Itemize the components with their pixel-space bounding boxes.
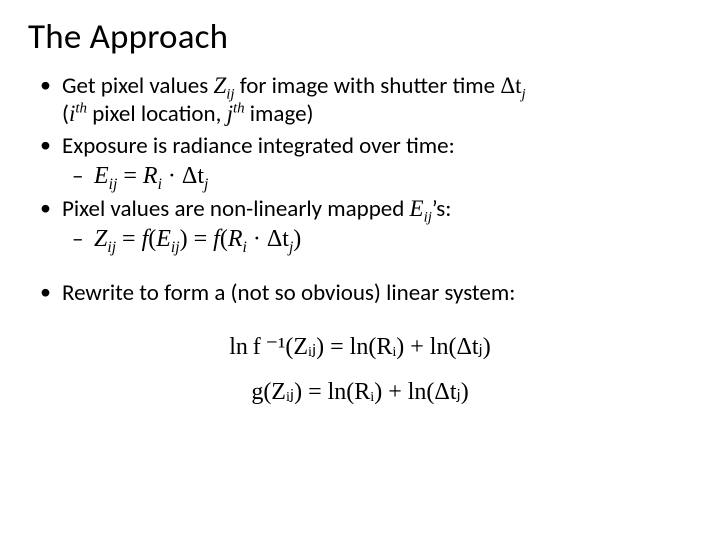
slide-title: The Approach <box>28 16 692 58</box>
op-eq: = <box>188 226 214 252</box>
equation-line-2: g(Zᵢⱼ) = ln(Rᵢ) + ln(Δtⱼ) <box>28 370 692 416</box>
sub-ij: ij <box>424 210 432 226</box>
slide: The Approach Get pixel values Zij for im… <box>0 0 720 540</box>
bullet-1: Get pixel values Zij for image with shut… <box>40 72 692 128</box>
bullet-list: Get pixel values Zij for image with shut… <box>40 72 692 307</box>
fn-f: f <box>213 226 220 252</box>
var-E: E <box>156 226 171 252</box>
text: Get pixel values <box>62 72 213 100</box>
text: Pixel values are non-linearly mapped <box>62 195 410 223</box>
equation-exposure: Eij = Ri · Δtj <box>68 162 692 191</box>
lp: ( <box>220 226 228 252</box>
var-dt: Δt <box>182 163 204 189</box>
bullet-4: Rewrite to form a (not so obvious) linea… <box>40 279 692 307</box>
var-R: R <box>143 163 158 189</box>
text: Rewrite to form a (not so obvious) linea… <box>62 279 515 307</box>
equation-line-1: ln f ⁻¹(Zᵢⱼ) = ln(Rᵢ) + ln(Δtⱼ) <box>28 325 692 371</box>
rp: ) <box>293 226 301 252</box>
spacer <box>40 259 692 279</box>
bullet-2: Exposure is radiance integrated over tim… <box>40 132 692 191</box>
op-dot: · <box>247 226 267 252</box>
sub-list: Eij = Ri · Δtj <box>68 162 692 191</box>
var-R: R <box>228 226 243 252</box>
sub-j: j <box>204 176 208 193</box>
text: pixel location, <box>87 100 227 128</box>
text: ’s: <box>432 195 452 223</box>
var-dt: Δt <box>500 73 521 98</box>
sub-ij: ij <box>171 239 180 256</box>
op-dot: · <box>162 163 182 189</box>
var-E: E <box>410 196 424 221</box>
text: Exposure is radiance integrated over tim… <box>62 132 455 160</box>
var-dt: Δt <box>267 226 289 252</box>
sub-ij: ij <box>107 239 116 256</box>
text: image) <box>245 100 314 128</box>
sub-list: Zij = f(Eij) = f(Ri · Δtj) <box>68 225 692 254</box>
var-Z: Z <box>213 73 226 98</box>
op-eq: = <box>116 226 142 252</box>
var-E: E <box>94 163 109 189</box>
sup-th: th <box>233 100 245 116</box>
text: for image with shutter time <box>235 72 501 100</box>
var-Z: Z <box>94 226 107 252</box>
bullet-3: Pixel values are non-linearly mapped Eij… <box>40 195 692 254</box>
linear-system-equations: ln f ⁻¹(Zᵢⱼ) = ln(Rᵢ) + ln(Δtⱼ) g(Zᵢⱼ) =… <box>28 325 692 416</box>
sub-j: j <box>522 87 526 103</box>
rp: ) <box>180 226 188 252</box>
equation-mapping: Zij = f(Eij) = f(Ri · Δtj) <box>68 225 692 254</box>
text: ( <box>62 100 69 128</box>
sup-th: th <box>75 100 87 116</box>
op-eq: = <box>117 163 143 189</box>
